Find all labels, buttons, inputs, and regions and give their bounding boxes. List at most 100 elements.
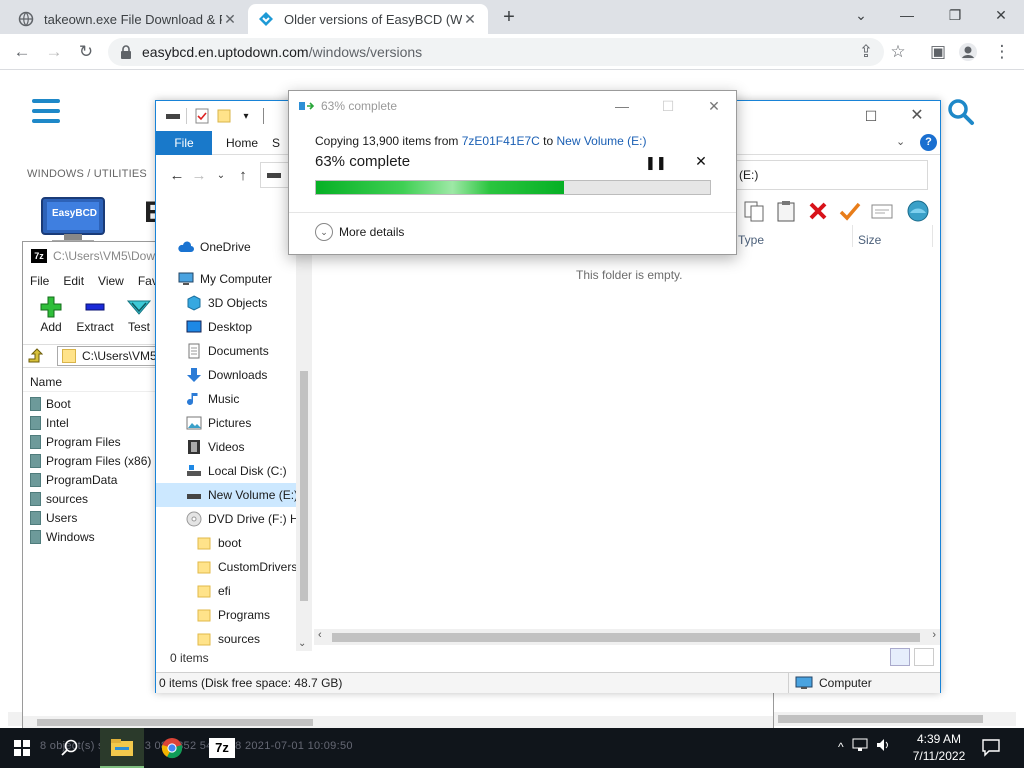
menu-view[interactable]: View (98, 274, 124, 288)
copy-icon[interactable] (742, 199, 766, 223)
close-tab-icon[interactable]: ✕ (462, 11, 478, 28)
tab-search-chevron-icon[interactable]: ⌄ (846, 4, 876, 26)
add-button[interactable]: Add (29, 294, 73, 344)
pause-button[interactable]: ❚❚ (645, 155, 667, 173)
minimize-icon[interactable]: — (607, 95, 637, 117)
new-folder-icon[interactable] (215, 107, 233, 125)
close-dialog-icon[interactable]: ✕ (699, 95, 729, 117)
sevenzip-taskbar-icon[interactable]: 7z (200, 728, 244, 768)
properties-icon[interactable] (193, 107, 211, 125)
tab-file[interactable]: File (156, 131, 212, 155)
back-arrow-icon[interactable]: ← (10, 40, 34, 64)
file-explorer-taskbar-icon[interactable] (100, 728, 144, 768)
close-window-icon[interactable]: ✕ (902, 105, 932, 127)
list-item[interactable]: Intel (30, 413, 151, 432)
column-size[interactable]: Size (858, 233, 881, 247)
back-arrow-icon[interactable]: ← (166, 167, 188, 184)
cancel-copy-button[interactable]: ✕ (691, 153, 711, 173)
address-bar[interactable]: easybcd.en.uptodown.com/windows/versions (108, 38, 884, 66)
nav-downloads[interactable]: Downloads (156, 363, 312, 387)
browser-tab-takeown[interactable]: takeown.exe File Download & Fix ✕ (8, 4, 248, 34)
share-icon[interactable]: ⇪ (854, 40, 878, 64)
qat-dropdown-icon[interactable]: ▾ (237, 107, 255, 125)
scroll-right-icon[interactable]: › (932, 629, 936, 641)
forward-arrow-icon[interactable]: → (42, 40, 66, 64)
list-item[interactable]: sources (30, 489, 151, 508)
details-view-icon[interactable] (890, 648, 910, 666)
rename-check-icon[interactable] (838, 199, 862, 223)
hamburger-menu-icon[interactable] (32, 99, 60, 123)
nav-label: Videos (208, 440, 245, 454)
chevron-up-icon[interactable]: ^ (838, 740, 844, 754)
taskbar-clock[interactable]: 4:39 AM 7/11/2022 (906, 731, 972, 765)
profile-avatar-icon[interactable] (956, 40, 980, 64)
paste-icon[interactable] (774, 199, 798, 223)
search-icon[interactable] (946, 97, 976, 127)
volume-icon[interactable] (876, 738, 892, 755)
nav-music[interactable]: Music (156, 387, 312, 411)
browser-tab-easybcd[interactable]: Older versions of EasyBCD (Windows) ✕ (248, 4, 488, 34)
nav-local-disk[interactable]: Local Disk (C:) (156, 459, 312, 483)
recent-locations-icon[interactable]: ⌄ (210, 170, 232, 181)
nav-folder-sources[interactable]: sources (156, 627, 312, 651)
menu-edit[interactable]: Edit (63, 274, 84, 288)
side-panel-icon[interactable]: ▣ (926, 40, 950, 64)
list-item[interactable]: Boot (30, 394, 151, 413)
start-windows-icon[interactable] (0, 728, 44, 768)
content-horizontal-scrollbar[interactable]: ‹ › (314, 629, 940, 645)
delete-icon[interactable] (806, 199, 830, 223)
column-type[interactable]: Type (738, 233, 764, 247)
nav-pane-scrollbar[interactable]: ⌄ (296, 229, 312, 651)
nav-3d-objects[interactable]: 3D Objects (156, 291, 312, 315)
menu-file[interactable]: File (30, 274, 49, 288)
chrome-taskbar-icon[interactable] (150, 728, 194, 768)
large-icons-view-icon[interactable] (914, 648, 934, 666)
copy-progress-dialog[interactable]: 63% complete — ☐ ✕ Copying 13,900 items … (288, 90, 737, 255)
source-link[interactable]: 7zE01F41E7C (462, 134, 540, 148)
search-icon[interactable] (48, 728, 92, 768)
reload-icon[interactable]: ↻ (74, 40, 98, 64)
list-item[interactable]: Windows (30, 527, 151, 546)
ribbon-expand-icon[interactable]: ⌄ (896, 135, 905, 148)
chrome-menu-icon[interactable]: ⋮ (990, 40, 1014, 64)
nav-folder-boot[interactable]: boot (156, 531, 312, 555)
breadcrumb[interactable]: WINDOWS / UTILITIES (27, 168, 147, 180)
bookmark-star-icon[interactable]: ☆ (886, 40, 910, 64)
close-window-icon[interactable]: ✕ (986, 4, 1016, 26)
network-globe-icon[interactable] (906, 199, 930, 223)
list-item[interactable]: Program Files (x86) (30, 451, 151, 470)
nav-label: Pictures (208, 416, 252, 430)
list-item[interactable]: ProgramData (30, 470, 151, 489)
nav-my-computer[interactable]: My Computer (156, 267, 312, 291)
nav-folder-customdrivers[interactable]: CustomDrivers (156, 555, 312, 579)
notification-icon[interactable] (980, 736, 1004, 760)
list-item[interactable]: Program Files (30, 432, 151, 451)
close-tab-icon[interactable]: ✕ (222, 11, 238, 28)
nav-folder-programs[interactable]: Programs (156, 603, 312, 627)
scroll-down-icon[interactable]: ⌄ (298, 638, 306, 649)
extract-button[interactable]: Extract (73, 294, 117, 344)
nav-dvd-drive[interactable]: DVD Drive (F:) H (156, 507, 312, 531)
nav-documents[interactable]: Documents (156, 339, 312, 363)
more-details-button[interactable]: ⌄ More details (315, 223, 404, 241)
nav-new-volume[interactable]: New Volume (E:) (156, 483, 312, 507)
restore-icon[interactable]: ❐ (940, 4, 970, 26)
maximize-icon[interactable]: ☐ (856, 105, 886, 127)
nav-pictures[interactable]: Pictures (156, 411, 312, 435)
nav-folder-efi[interactable]: efi (156, 579, 312, 603)
forward-arrow-icon[interactable]: → (188, 167, 210, 184)
nav-desktop[interactable]: Desktop (156, 315, 312, 339)
list-item[interactable]: Users (30, 508, 151, 527)
address-fragment[interactable]: (E:) (732, 160, 928, 190)
help-icon[interactable]: ? (920, 134, 937, 151)
scroll-left-icon[interactable]: ‹ (318, 629, 322, 641)
folder-up-icon[interactable] (23, 345, 47, 367)
properties-icon[interactable] (870, 199, 894, 223)
up-arrow-icon[interactable]: ↑ (232, 167, 254, 184)
new-tab-button[interactable]: + (498, 6, 520, 28)
tab-home[interactable]: Home (212, 131, 272, 154)
nav-videos[interactable]: Videos (156, 435, 312, 459)
network-icon[interactable] (852, 738, 868, 755)
minimize-icon[interactable]: — (892, 4, 922, 26)
destination-link[interactable]: New Volume (E:) (556, 134, 646, 148)
